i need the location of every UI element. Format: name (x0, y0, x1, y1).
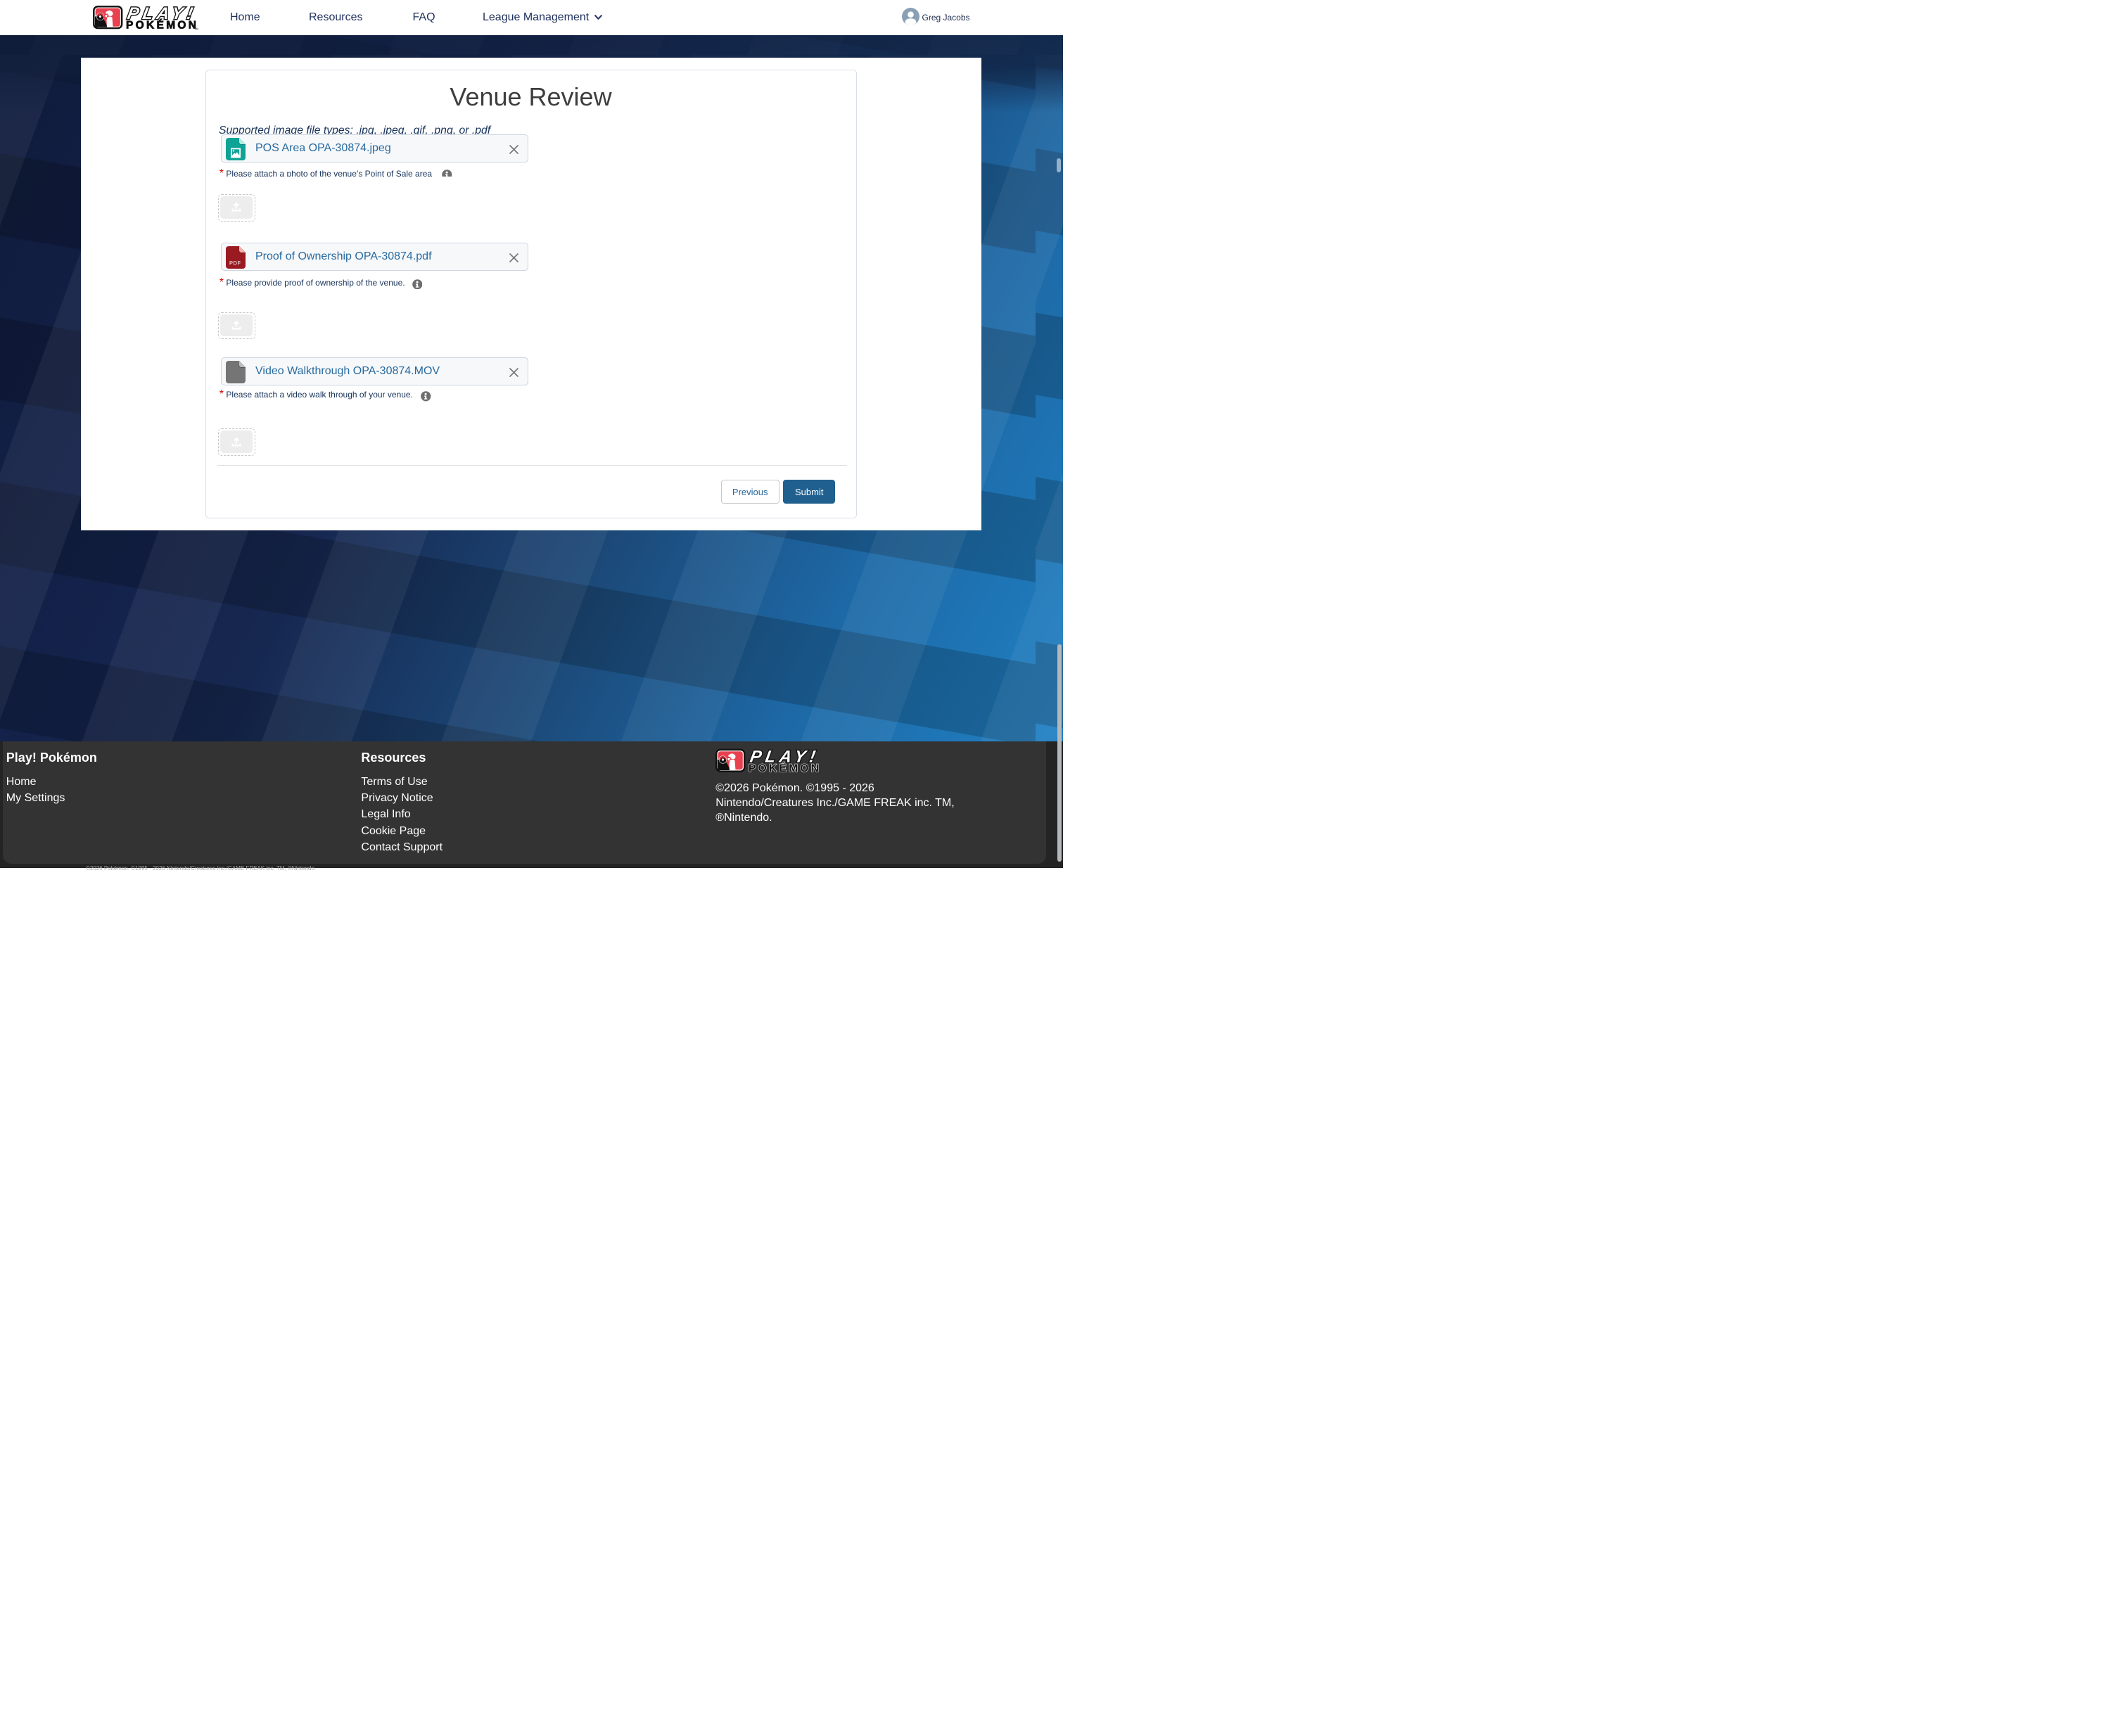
svg-text:PDF: PDF (229, 260, 241, 266)
svg-text:POKÉMON: POKÉMON (749, 762, 820, 774)
svg-text:POKÉMON: POKÉMON (126, 18, 197, 30)
svg-text:TM: TM (194, 27, 198, 30)
